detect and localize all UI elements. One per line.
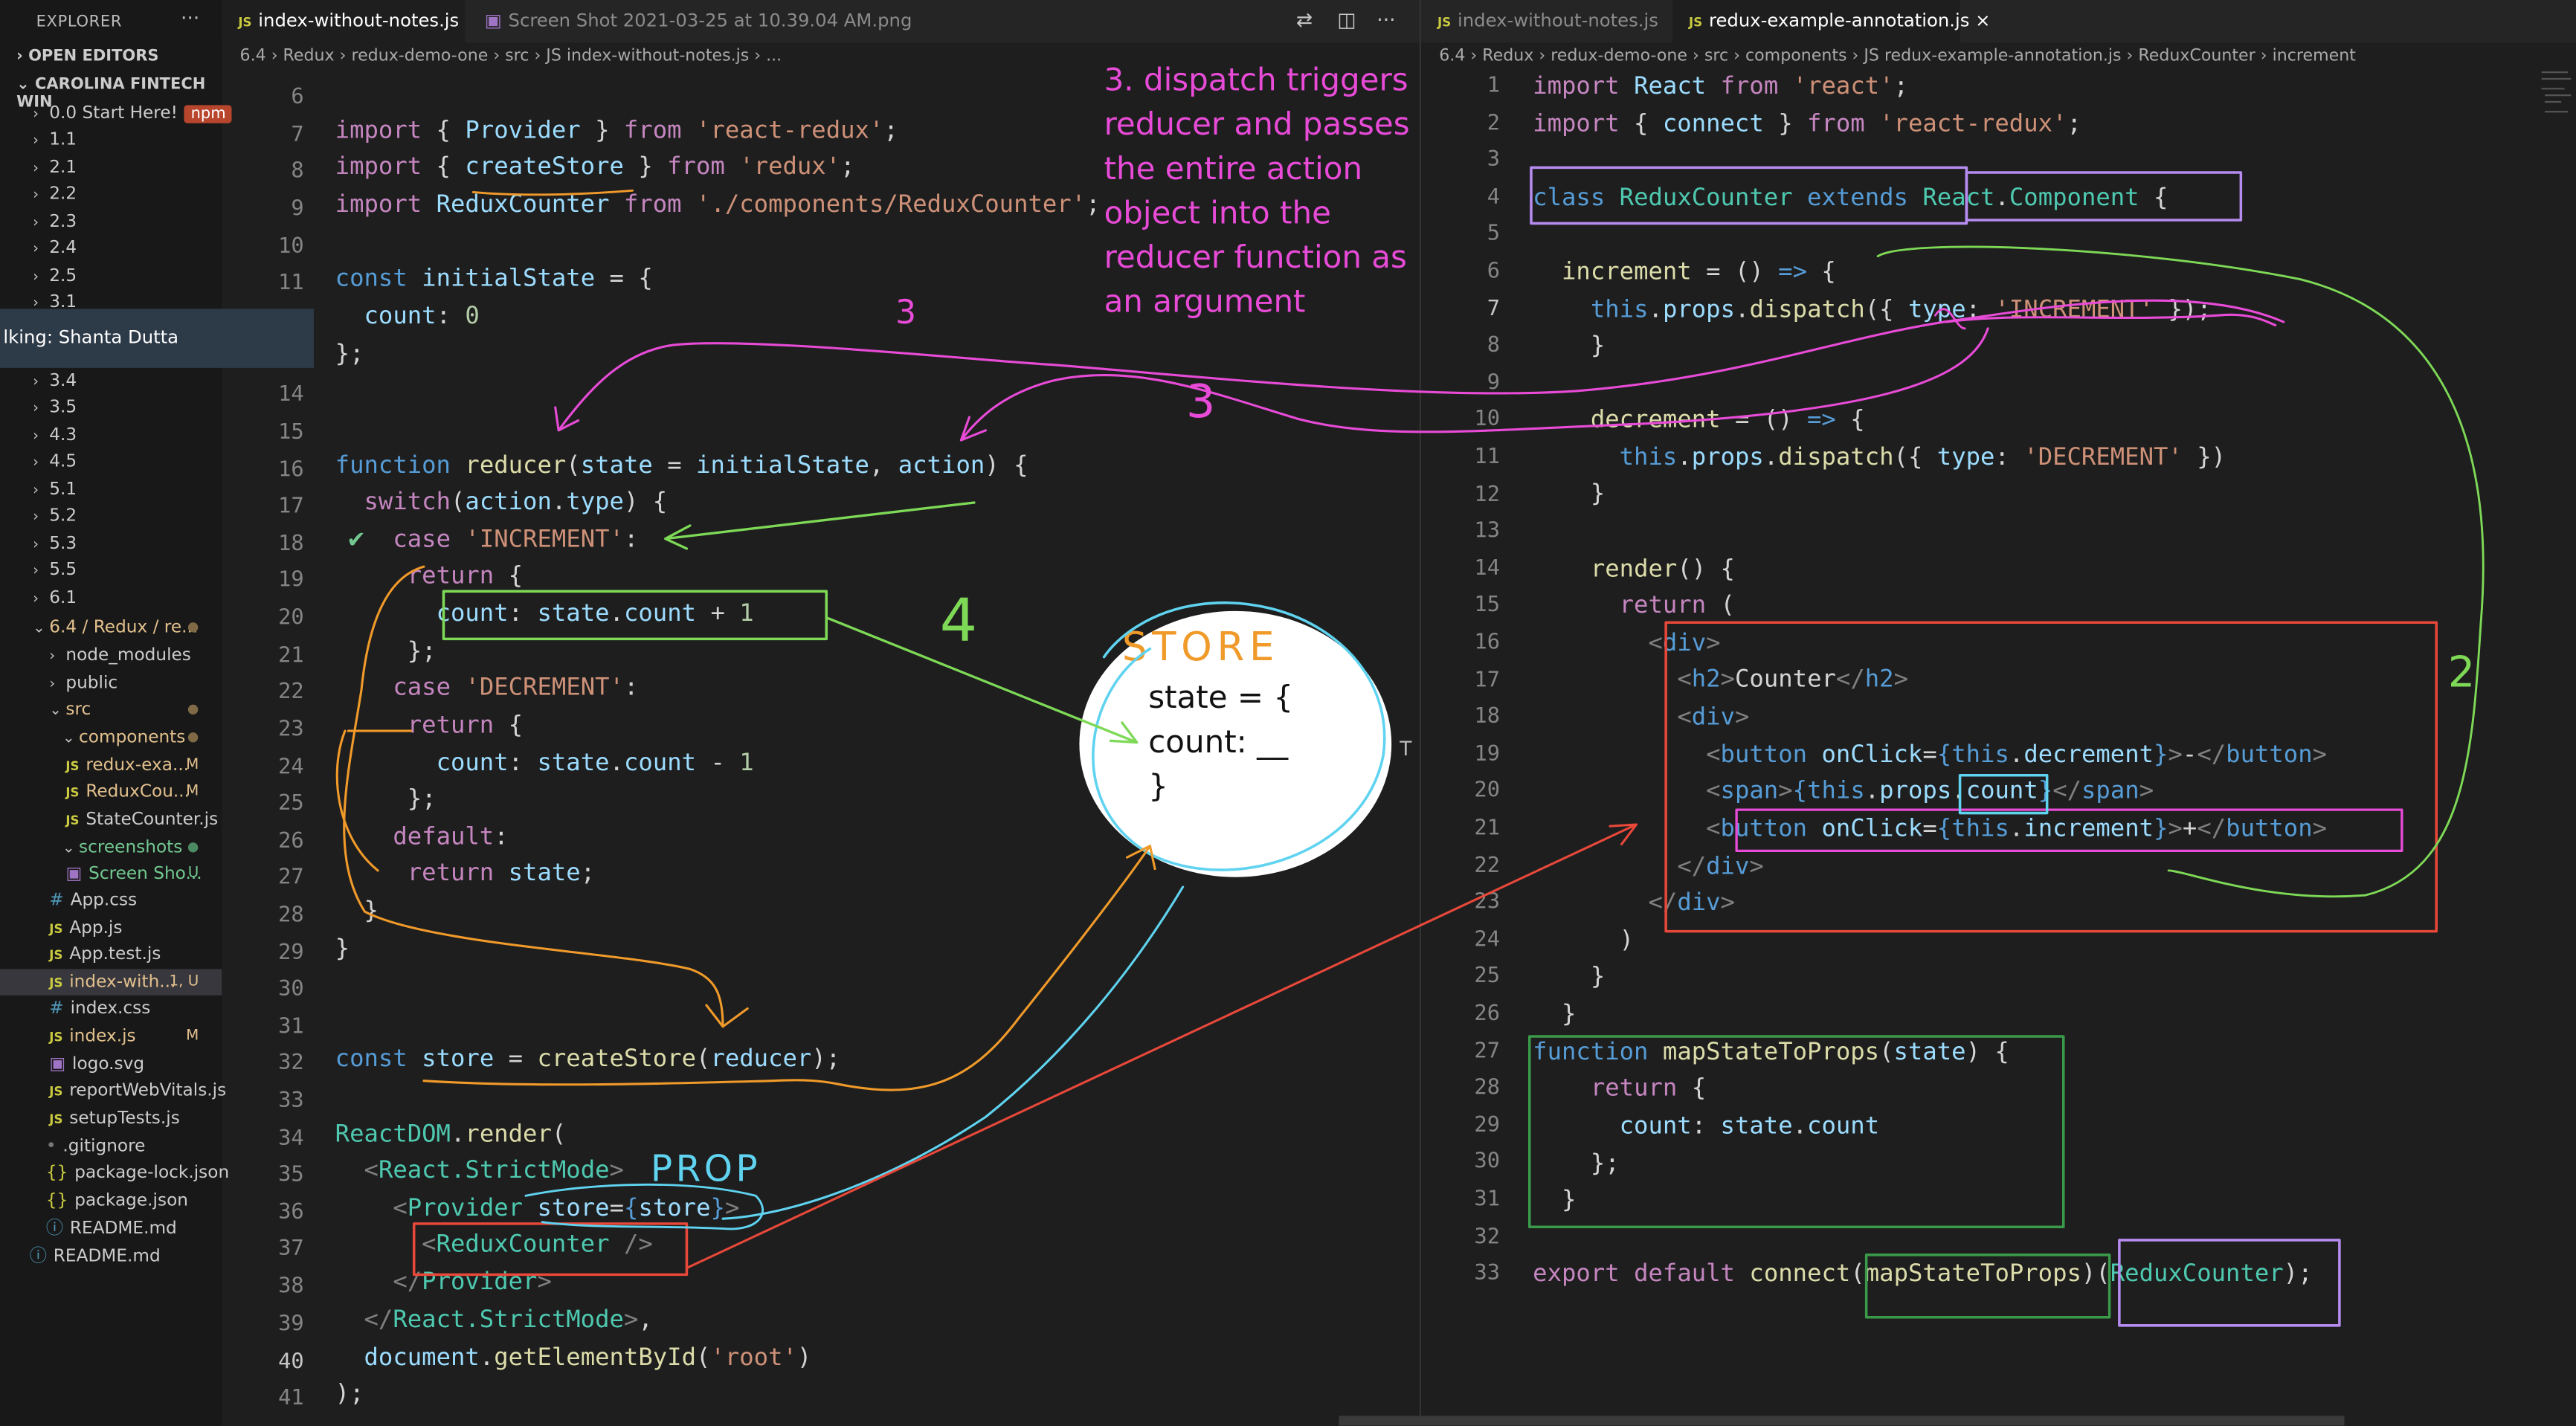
- increment-button-box: [1735, 808, 2403, 853]
- store-to-provider-cyan: [721, 885, 1185, 1220]
- reduxcounter-jsx-box: [412, 1222, 689, 1277]
- store-arrow-orange: [837, 845, 1156, 1091]
- store-ring: [1092, 601, 1386, 871]
- annotation-step3: 3. dispatch triggers reducer and passes …: [1104, 62, 1410, 320]
- dispatch-loop-green: [1876, 245, 2485, 898]
- speaker-tooltip: lking: Shanta Dutta: [0, 309, 314, 368]
- class-box-1: [1530, 166, 1968, 225]
- annotation-prop: PROP: [650, 1149, 761, 1191]
- class-box-2: [1965, 171, 2243, 222]
- bottom-status-strip: [1339, 1416, 2345, 1426]
- createstore-underline2: [471, 189, 634, 196]
- type-underline-pink: [1945, 313, 2277, 326]
- props-box: [1958, 773, 2049, 815]
- reducer-bracket-orange: [343, 565, 749, 1028]
- mapstate-box: [1527, 1035, 2065, 1229]
- count-box: [442, 590, 828, 641]
- count-to-store-arrow: [825, 616, 1139, 744]
- annotation-number-2: 2: [2447, 648, 2476, 698]
- annotation-number-3a: 3: [895, 292, 917, 332]
- annotation-number-3b: 3: [1186, 374, 1216, 429]
- switch-bracket-orange: [335, 729, 412, 872]
- reduxcounter-export-box: [2118, 1239, 2341, 1327]
- mapstate-arg-box: [1864, 1254, 2111, 1319]
- createstore-underline-orange: [422, 1079, 840, 1086]
- vscode-window: EXPLORER ··· › OPEN EDITORS ⌄ CAROLINA F…: [0, 0, 2576, 1426]
- annotation-number-4: 4: [939, 587, 978, 656]
- reduxcounter-to-component-arrow: [685, 823, 1638, 1270]
- prop-scribble: [524, 1183, 764, 1230]
- render-jsx-box: [1664, 621, 2438, 933]
- action-to-case-arrow: [664, 501, 976, 550]
